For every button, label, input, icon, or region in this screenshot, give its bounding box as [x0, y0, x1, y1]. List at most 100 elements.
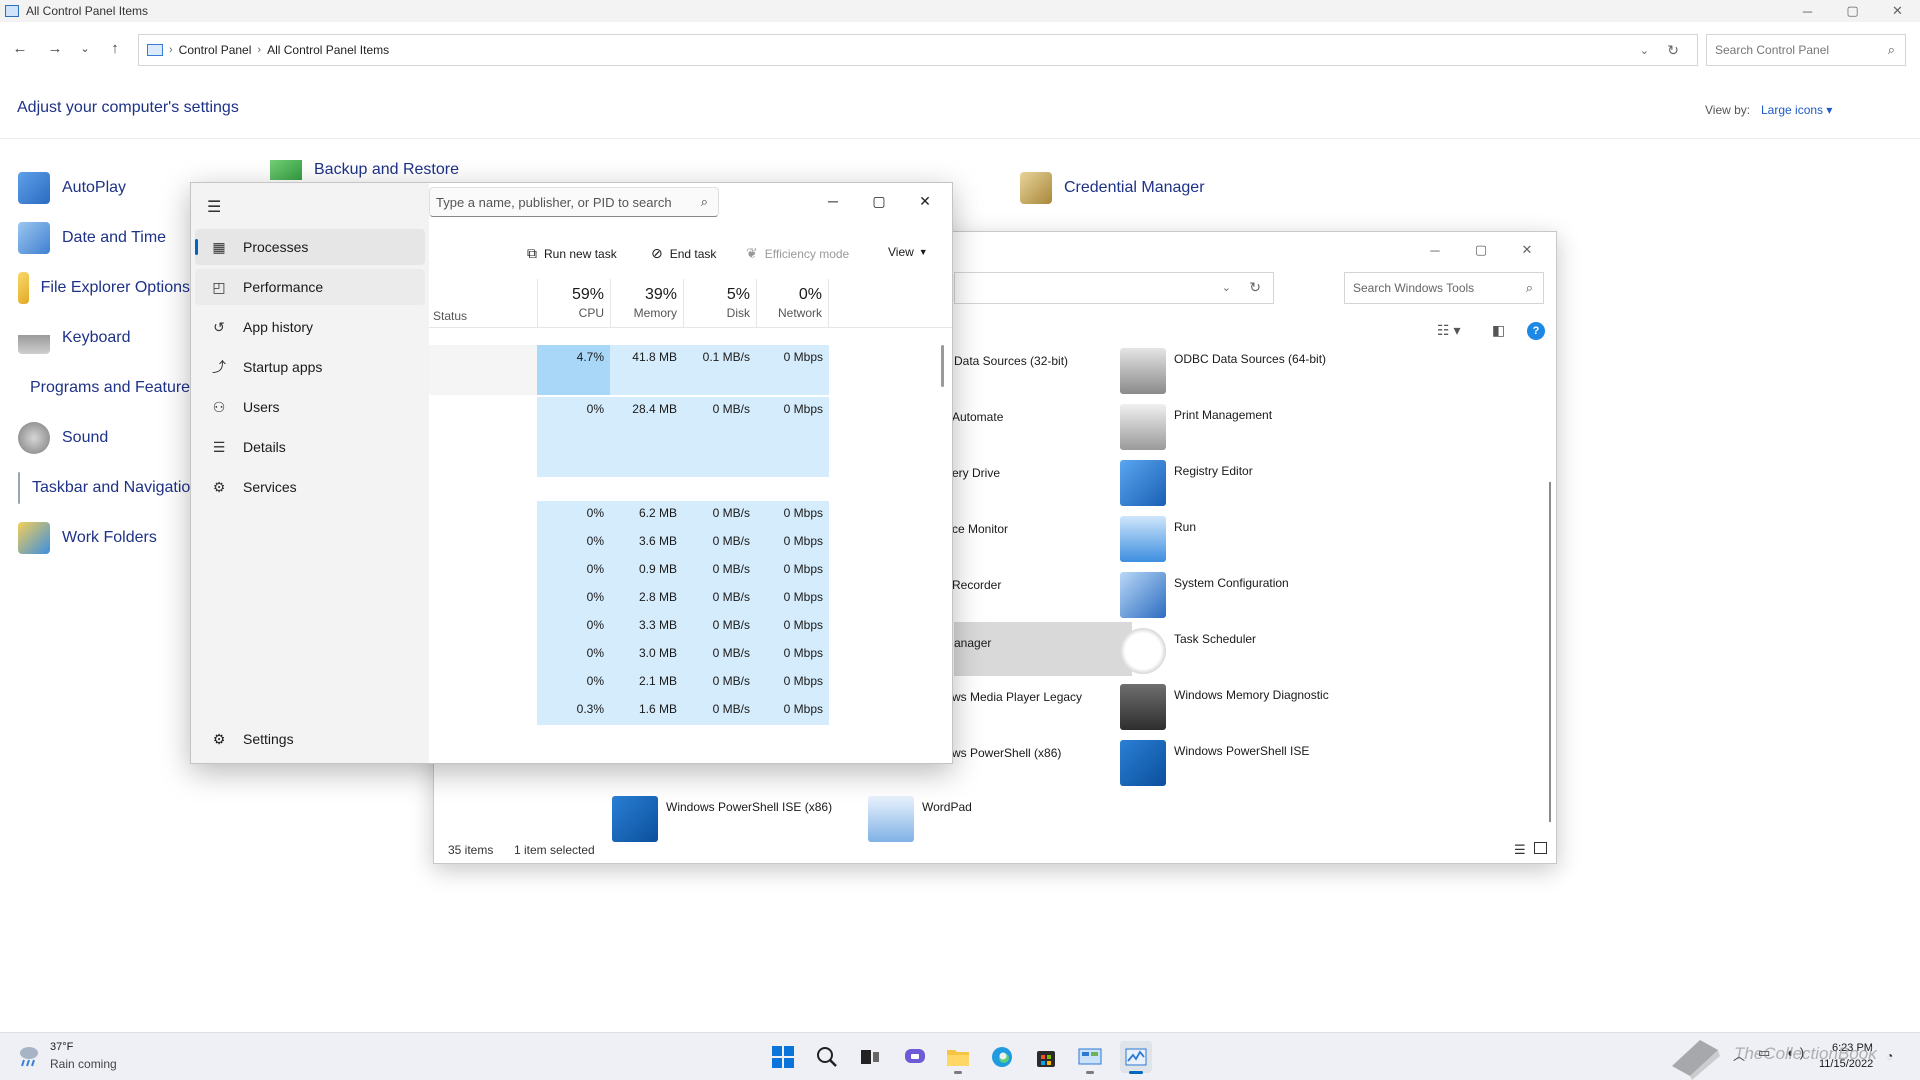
breadcrumb-all-items[interactable]: All Control Panel Items — [267, 43, 389, 57]
nav-startup-apps[interactable]: ⤴ Startup apps — [195, 349, 425, 385]
wt-item-odbc-64[interactable]: ODBC Data Sources (64-bit) — [1120, 348, 1326, 398]
wt-item-resource-monitor[interactable]: ce Monitor — [952, 518, 1008, 568]
end-task-button[interactable]: ⊘ End task — [651, 245, 716, 262]
nav-settings[interactable]: ⚙ Settings — [195, 721, 425, 757]
maximize-button[interactable]: ▢ — [856, 185, 902, 217]
recent-locations-chevron-icon[interactable]: ⌄ — [73, 36, 97, 60]
wt-item-registry-editor[interactable]: Registry Editor — [1120, 460, 1253, 510]
address-bar[interactable]: › Control Panel › All Control Panel Item… — [138, 34, 1698, 66]
cp-item-taskbar-and-navigation[interactable]: Taskbar and Navigation — [18, 470, 190, 506]
nav-details[interactable]: ☰ Details — [195, 429, 425, 465]
view-menu-button[interactable]: View ▼ — [888, 245, 928, 259]
process-row[interactable]: 0.3% 1.6 MB 0 MB/s 0 Mbps — [429, 697, 941, 725]
nav-performance[interactable]: ◰ Performance — [195, 269, 425, 305]
minimize-button[interactable]: ─ — [1785, 0, 1830, 22]
wt-item-steps-recorder[interactable]: Recorder — [952, 574, 1001, 624]
details-view-icon[interactable]: ☰ — [1514, 842, 1526, 858]
file-explorer-icon[interactable] — [942, 1041, 974, 1074]
large-icons-view-icon[interactable] — [1534, 842, 1547, 854]
wt-item-powershell-ise-x86[interactable]: Windows PowerShell ISE (x86) — [612, 796, 832, 846]
task-manager-icon[interactable] — [1120, 1041, 1152, 1074]
minimize-button[interactable]: ─ — [1412, 236, 1458, 264]
nav-processes[interactable]: ▦ Processes — [195, 229, 425, 265]
process-row[interactable]: 0% 2.1 MB 0 MB/s 0 Mbps — [429, 669, 941, 697]
process-row[interactable]: 4.7% 41.8 MB 0.1 MB/s 0 Mbps — [429, 345, 941, 395]
search-input[interactable]: Search Windows Tools ⌕ — [1344, 272, 1544, 304]
back-arrow-icon[interactable]: ← — [8, 36, 32, 60]
scrollbar[interactable] — [1549, 482, 1551, 822]
wt-item-powershell-x86[interactable]: ws PowerShell (x86) — [952, 742, 1061, 792]
cp-item-work-folders[interactable]: Work Folders — [18, 520, 157, 556]
change-view-icon[interactable]: ☷ ▾ — [1437, 322, 1460, 339]
wt-item-print-management[interactable]: Print Management — [1120, 404, 1272, 454]
nav-users[interactable]: ⚇ Users — [195, 389, 425, 425]
close-button[interactable]: ✕ — [1875, 0, 1920, 22]
column-header-cpu[interactable]: 59% CPU — [537, 279, 610, 327]
wt-item-recovery-drive[interactable]: ery Drive — [952, 462, 1000, 512]
search-input[interactable]: Search Control Panel ⌕ — [1706, 34, 1906, 66]
column-header-disk[interactable]: 5% Disk — [683, 279, 756, 327]
cp-item-keyboard[interactable]: Keyboard — [18, 320, 131, 356]
process-row[interactable]: 0% 0.9 MB 0 MB/s 0 Mbps — [429, 557, 941, 585]
column-header-memory[interactable]: 39% Memory — [610, 279, 683, 327]
wt-item-run[interactable]: Run — [1120, 516, 1196, 566]
maximize-button[interactable]: ▢ — [1458, 236, 1504, 264]
up-arrow-icon[interactable]: ↑ — [103, 36, 127, 60]
weather-temperature[interactable]: 37°F — [50, 1041, 73, 1053]
weather-description[interactable]: Rain coming — [50, 1057, 117, 1071]
close-button[interactable]: ✕ — [1504, 236, 1550, 264]
nav-services[interactable]: ⚙ Services — [195, 469, 425, 505]
cp-item-credential-manager[interactable]: Credential Manager — [1020, 170, 1205, 206]
wt-item-windows-media-player[interactable]: ws Media Player Legacy — [952, 686, 1082, 736]
refresh-icon[interactable]: ↻ — [1249, 279, 1261, 296]
scrollbar[interactable] — [941, 345, 944, 387]
process-search-input[interactable]: Type a name, publisher, or PID to search… — [429, 187, 719, 217]
address-dropdown-icon[interactable]: ⌄ — [1222, 281, 1231, 294]
address-dropdown-icon[interactable]: ⌄ — [1640, 44, 1649, 57]
breadcrumb-control-panel[interactable]: Control Panel — [179, 43, 252, 57]
wt-item-task-manager[interactable]: anager — [954, 622, 1132, 676]
process-row[interactable]: 0% 3.6 MB 0 MB/s 0 Mbps — [429, 529, 941, 557]
close-button[interactable]: ✕ — [902, 185, 948, 217]
cp-item-autoplay[interactable]: AutoPlay — [18, 170, 126, 206]
control-panel-icon[interactable] — [1074, 1041, 1106, 1074]
wt-item-task-scheduler[interactable]: Task Scheduler — [1120, 628, 1256, 678]
cp-item-programs-and-features[interactable]: Programs and Features — [18, 370, 190, 406]
process-row[interactable]: 0% 6.2 MB 0 MB/s 0 Mbps — [429, 501, 941, 529]
run-new-task-button[interactable]: ⧉ Run new task — [527, 245, 617, 262]
column-header-status[interactable]: Status — [433, 309, 467, 323]
nav-app-history[interactable]: ↺ App history — [195, 309, 425, 345]
wt-item-wordpad[interactable]: WordPad — [868, 796, 972, 846]
process-row[interactable]: 0% 3.3 MB 0 MB/s 0 Mbps — [429, 613, 941, 641]
minimize-button[interactable]: ─ — [810, 185, 856, 217]
preview-pane-icon[interactable]: ◧ — [1492, 322, 1505, 339]
maximize-button[interactable]: ▢ — [1830, 0, 1875, 22]
task-view-icon[interactable] — [854, 1041, 886, 1073]
column-header-network[interactable]: 0% Network — [756, 279, 829, 327]
forward-arrow-icon[interactable]: → — [43, 36, 67, 60]
cp-item-file-explorer-options[interactable]: File Explorer Options — [18, 270, 190, 306]
address-bar[interactable]: ⌄ ↻ — [954, 272, 1274, 304]
view-by-dropdown[interactable]: Large icons ▾ — [1761, 103, 1832, 117]
wt-item-power-automate[interactable]: Automate — [952, 406, 1003, 456]
efficiency-mode-button[interactable]: ❦ Efficiency mode — [746, 245, 849, 262]
wt-item-odbc-32[interactable]: Data Sources (32-bit) — [954, 350, 1068, 400]
wt-item-powershell-ise[interactable]: Windows PowerShell ISE — [1120, 740, 1309, 790]
chat-icon[interactable] — [899, 1041, 931, 1073]
process-row[interactable]: 0% 2.8 MB 0 MB/s 0 Mbps — [429, 585, 941, 613]
start-icon[interactable] — [767, 1041, 799, 1073]
store-icon[interactable] — [1030, 1041, 1062, 1073]
process-row[interactable]: 0% 3.0 MB 0 MB/s 0 Mbps — [429, 641, 941, 669]
wt-item-memory-diagnostic[interactable]: Windows Memory Diagnostic — [1120, 684, 1329, 734]
cp-item-sound[interactable]: Sound — [18, 420, 108, 456]
process-row[interactable]: 0% 28.4 MB 0 MB/s 0 Mbps — [429, 397, 941, 457]
weather-rain-icon[interactable] — [16, 1043, 42, 1069]
refresh-icon[interactable]: ↻ — [1667, 42, 1679, 59]
hamburger-menu-icon[interactable]: ☰ — [207, 197, 221, 217]
help-icon[interactable]: ? — [1527, 322, 1545, 340]
edge-icon[interactable] — [986, 1041, 1018, 1073]
wt-item-system-configuration[interactable]: System Configuration — [1120, 572, 1289, 622]
cp-item-date-and-time[interactable]: Date and Time — [18, 220, 166, 256]
cp-item-backup-and-restore[interactable]: Backup and Restore — [270, 160, 459, 180]
search-icon[interactable] — [811, 1041, 843, 1073]
